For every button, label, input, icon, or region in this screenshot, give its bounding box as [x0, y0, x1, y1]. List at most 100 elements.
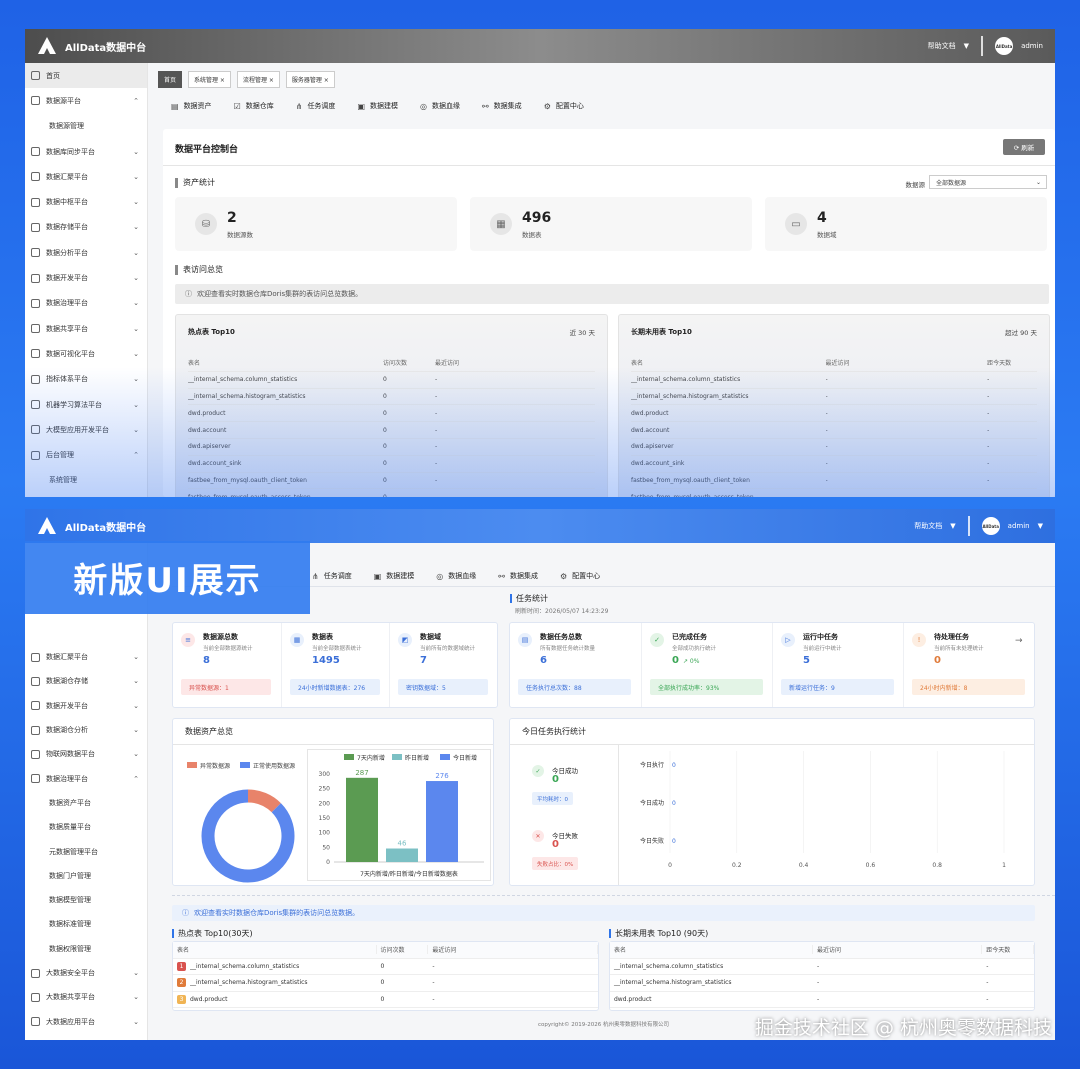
- sidebar-item[interactable]: 物联网数据平台 ⌄: [25, 742, 147, 766]
- tab[interactable]: 流程管理 ×: [236, 71, 280, 88]
- fade-overlay: [25, 367, 1055, 497]
- table-name: __internal_schema.histogram_statistics: [190, 979, 308, 987]
- avatar[interactable]: AllData: [981, 517, 1000, 535]
- top-nav-label: 配置中心: [555, 102, 584, 110]
- sidebar-item[interactable]: 数据标准管理: [25, 912, 147, 936]
- card-desc: 当前全部数据源统计: [203, 646, 253, 652]
- table-row[interactable]: 2 __internal_schema.histogram_statistics 0…: [173, 975, 598, 992]
- fail-rate-badge: 失败占比：0%: [532, 857, 579, 870]
- top-nav-item[interactable]: ☑ 数据仓库: [234, 101, 274, 111]
- table-row[interactable]: __internal_schema.histogram_statistics - -: [610, 975, 1034, 992]
- bar-昨日新增[interactable]: [386, 848, 418, 862]
- sidebar-item[interactable]: 数据湖仓分析 ⌄: [25, 718, 147, 742]
- donut-slice-正常使用数据源[interactable]: [201, 789, 295, 883]
- sidebar-item[interactable]: 数据湖仓存储 ⌄: [25, 669, 147, 693]
- help-docs-link[interactable]: 帮助文档: [914, 521, 942, 531]
- info-icon: ⓘ: [182, 909, 189, 917]
- top-nav-item[interactable]: ⋔ 任务调度: [312, 571, 352, 581]
- table-row[interactable]: 3 dwd.product 0 -: [173, 992, 598, 1008]
- hot-heading: 热点表 Top10(30天): [172, 928, 253, 939]
- table-row[interactable]: __internal_schema.column_statistics - -: [610, 959, 1034, 975]
- sidebar-item[interactable]: 数据质量平台: [25, 815, 147, 839]
- today-success-value: 0: [552, 774, 559, 785]
- chevron-down-icon: ▼: [963, 42, 970, 50]
- sidebar-item[interactable]: 机器学习算法平台⌄: [25, 1034, 147, 1040]
- tab[interactable]: 服务器管理 ×: [285, 71, 335, 88]
- top-nav-item[interactable]: ⚯ 数据集成: [482, 101, 522, 111]
- sidebar-item[interactable]: 数据资产平台: [25, 791, 147, 815]
- table-row[interactable]: dwd.product - -: [610, 992, 1034, 1008]
- tab[interactable]: 首页: [158, 71, 183, 88]
- stat-card[interactable]: ▤ 数据任务总数 所有数据任务统计数量 6 任务执行总次数：88: [510, 623, 641, 707]
- top-nav-item[interactable]: ◎ 数据血缘: [436, 571, 476, 581]
- sidebar-item[interactable]: 数据源平台 ⌃: [25, 88, 147, 113]
- stat-card[interactable]: ◩ 数据域 当前所有的数据域统计 7 密钥数据域：5: [389, 623, 497, 707]
- table-name: dwd.product: [190, 995, 228, 1003]
- stat-card[interactable]: ▷ 运行中任务 当前运行中统计 5 新增运行任务：9: [772, 623, 903, 707]
- sidebar-item[interactable]: 数据权限管理: [25, 937, 147, 961]
- sidebar-item[interactable]: 数据共享平台 ⌄: [25, 316, 147, 341]
- top-nav-item[interactable]: ▣ 数据建模: [357, 101, 398, 111]
- sidebar-item[interactable]: 数据治理平台 ⌄: [25, 291, 147, 316]
- sidebar-item[interactable]: 数据门户管理: [25, 864, 147, 888]
- sidebar-item[interactable]: 数据开发平台 ⌄: [25, 694, 147, 718]
- stat-card-datasources[interactable]: ⛁ 2 数据源数: [175, 197, 457, 251]
- sidebar-item[interactable]: 数据汇聚平台 ⌄: [25, 645, 147, 669]
- stat-card[interactable]: ▦ 数据表 当前全部数据表统计 1495 24小时新增数据表：276: [281, 623, 389, 707]
- top-nav-item[interactable]: ⚙ 配置中心: [544, 101, 584, 111]
- sidebar-item[interactable]: 数据模型管理: [25, 888, 147, 912]
- sidebar-item[interactable]: 数据存储平台 ⌄: [25, 215, 147, 240]
- top-nav-item[interactable]: ⚯ 数据集成: [498, 571, 538, 581]
- sidebar-item[interactable]: 数据源管理: [25, 114, 147, 139]
- cold-table: 表名最近访问距今天数__internal_schema.column_stati…: [609, 941, 1035, 1011]
- stat-card-tables[interactable]: ▦ 496 数据表: [470, 197, 752, 251]
- sidebar-item[interactable]: 大数据安全平台 ⌄: [25, 961, 147, 985]
- table-cell: -: [986, 962, 989, 970]
- top-nav-item[interactable]: ⋔ 任务调度: [296, 101, 336, 111]
- sidebar-item[interactable]: 数据治理平台 ⌃: [25, 766, 147, 790]
- sidebar-item[interactable]: 大数据共享平台 ⌄: [25, 985, 147, 1009]
- top-nav-item[interactable]: ▣ 数据建模: [374, 571, 415, 581]
- stat-card-domains[interactable]: ▭ 4 数据域: [765, 197, 1047, 251]
- stat-card[interactable]: ✓ 已完成任务 全部成功执行统计 0 ↗ 0% 全部执行成功率：93%: [641, 623, 772, 707]
- avatar[interactable]: AllData: [995, 37, 1014, 55]
- asset-overview-panel: 数据资产总览 异常数据源 正常使用数据源 7天内新增 昨日新增 今日新增 0 50 100…: [172, 718, 494, 886]
- top-nav-item[interactable]: ◎ 数据血缘: [420, 101, 460, 111]
- user-name[interactable]: admin: [1021, 42, 1043, 50]
- sidebar-item[interactable]: 数据开发平台 ⌄: [25, 265, 147, 290]
- sidebar-item[interactable]: 元数据管理平台: [25, 839, 147, 863]
- donut-slice-异常数据源[interactable]: [247, 789, 281, 813]
- bar-7天内新增[interactable]: [346, 777, 378, 862]
- sidebar-item-label: 数据治理平台: [46, 774, 88, 783]
- table-row[interactable]: 1 __internal_schema.column_statistics 0 -: [173, 959, 598, 975]
- refresh-button[interactable]: ⟳ 刷新: [1003, 139, 1045, 155]
- top-nav-item[interactable]: ▤ 数据资产: [171, 101, 212, 111]
- sidebar-item[interactable]: 数据可视化平台 ⌄: [25, 341, 147, 366]
- task-stat-cards: ▤ 数据任务总数 所有数据任务统计数量 6 任务执行总次数：88 ✓ 已完成任务 全部成功执行…: [509, 622, 1035, 708]
- header-divider: [967, 516, 970, 536]
- rank-badge: 3: [177, 994, 186, 1004]
- bar-今日新增[interactable]: [426, 781, 458, 862]
- rank-badge: 2: [177, 978, 186, 988]
- sidebar-item[interactable]: 数据中枢平台 ⌄: [25, 189, 147, 214]
- table-cell: -: [432, 962, 435, 970]
- arrow-right-icon[interactable]: →: [1015, 636, 1023, 646]
- chevron-down-icon: ⌄: [133, 750, 139, 759]
- stat-card[interactable]: ≡ 数据源总数 当前全部数据源统计 8 异常数据源：1: [173, 623, 281, 707]
- tab[interactable]: 系统管理 ×: [188, 71, 231, 88]
- database-icon: ⛁: [195, 213, 217, 235]
- sidebar-item[interactable]: 大数据应用平台 ⌄: [25, 1009, 147, 1033]
- sidebar-item[interactable]: 数据分析平台 ⌄: [25, 240, 147, 265]
- datasource-select[interactable]: 全部数据源 ⌄: [929, 175, 1047, 189]
- user-name[interactable]: admin: [1008, 522, 1030, 530]
- help-docs-link[interactable]: 帮助文档: [928, 41, 956, 51]
- hot-table-title: 热点表 Top10: [188, 328, 235, 336]
- sidebar-item[interactable]: 数据汇聚平台 ⌄: [25, 164, 147, 189]
- sidebar-item[interactable]: 数据库同步平台 ⌄: [25, 139, 147, 164]
- table-cell: 0: [380, 979, 385, 987]
- bar-legend-item: 7天内新增: [344, 754, 385, 762]
- top-nav-item[interactable]: ⚙ 配置中心: [560, 571, 600, 581]
- sidebar-item[interactable]: 首页: [25, 63, 147, 89]
- menu-icon: [31, 676, 40, 686]
- chevron-down-icon: ⌄: [133, 993, 139, 1002]
